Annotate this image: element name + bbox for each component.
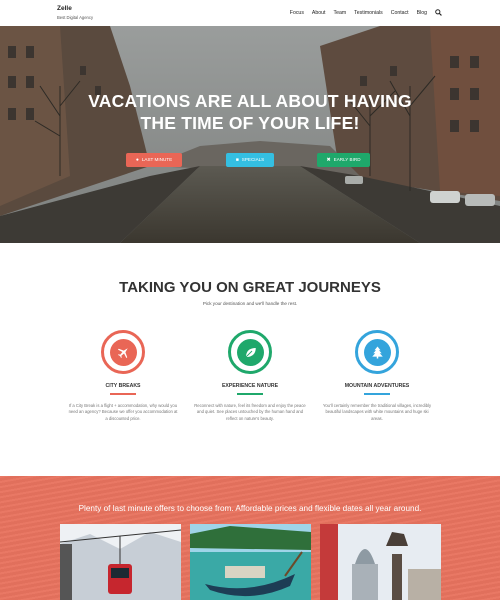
specials-button[interactable]: ■ SPECIALS xyxy=(226,153,274,167)
tag-icon: ● xyxy=(135,157,139,163)
feature-experience-nature: EXPERIENCE NATURE Reconnect with nature,… xyxy=(190,330,310,422)
plane-icon: ✖ xyxy=(326,157,331,163)
offers-text: Plenty of last minute offers to choose f… xyxy=(78,504,422,513)
hero-title-line2: THE TIME OF YOUR LIFE! xyxy=(140,113,360,133)
hero-title: VACATIONS ARE ALL ABOUT HAVING THE TIME … xyxy=(0,90,500,134)
journeys-title: TAKING YOU ON GREAT JOURNEYS xyxy=(119,279,381,296)
feature-mountain-adventures: MOUNTAIN ADVENTURES You'll certainly rem… xyxy=(317,330,437,422)
plane-icon xyxy=(109,338,137,366)
leaf-icon xyxy=(236,338,264,366)
offers-section: Plenty of last minute offers to choose f… xyxy=(0,476,500,600)
nav-focus[interactable]: Focus xyxy=(290,10,304,16)
nav-contact[interactable]: Contact xyxy=(391,10,409,16)
last-minute-button[interactable]: ● LAST MINUTE xyxy=(126,153,182,167)
nav-blog[interactable]: Blog xyxy=(417,10,427,16)
feature-icon-ring[interactable] xyxy=(101,330,145,374)
last-minute-label: LAST MINUTE xyxy=(141,157,173,162)
nav-testimonials[interactable]: Testimonials xyxy=(354,10,383,16)
search-icon[interactable] xyxy=(435,9,442,16)
feature-description: Reconnect with nature, feel its freedom … xyxy=(194,402,306,421)
offer-photo-boat-beach[interactable] xyxy=(190,524,311,600)
feature-divider xyxy=(364,393,390,395)
feature-title: CITY BREAKS xyxy=(105,383,141,389)
feature-description: If a City Break is a flight + accommodat… xyxy=(68,402,178,421)
hero-title-line1: VACATIONS ARE ALL ABOUT HAVING xyxy=(88,91,412,111)
brand-name[interactable]: Zelle xyxy=(57,5,93,12)
specials-label: SPECIALS xyxy=(241,157,265,162)
feature-divider xyxy=(110,393,136,395)
gift-icon: ■ xyxy=(235,157,239,163)
journeys-subtitle: Pick your destination and we'll handle t… xyxy=(202,301,298,306)
site-header: Zelle Best Digital Agency Focus About Te… xyxy=(0,0,500,26)
nav-about[interactable]: About xyxy=(312,10,326,16)
offer-photo-city-statue[interactable] xyxy=(320,524,441,600)
feature-divider xyxy=(237,393,263,395)
offer-photo-cable-car[interactable] xyxy=(60,524,181,600)
hero-banner: VACATIONS ARE ALL ABOUT HAVING THE TIME … xyxy=(0,26,500,243)
main-nav: Focus About Team Testimonials Contact Bl… xyxy=(282,9,442,16)
feature-title: MOUNTAIN ADVENTURES xyxy=(344,383,410,389)
feature-icon-ring[interactable] xyxy=(228,330,272,374)
nav-team[interactable]: Team xyxy=(333,10,346,16)
tree-icon xyxy=(363,338,391,366)
feature-city-breaks: CITY BREAKS If a City Break is a flight … xyxy=(63,330,183,422)
early-bird-button[interactable]: ✖ EARLY BIRD xyxy=(317,153,370,167)
brand-tagline: Best Digital Agency xyxy=(57,15,94,20)
feature-title: EXPERIENCE NATURE xyxy=(221,383,279,389)
canal-background-image xyxy=(0,26,500,243)
early-bird-label: EARLY BIRD xyxy=(333,157,361,162)
feature-icon-ring[interactable] xyxy=(355,330,399,374)
brand[interactable]: Zelle Best Digital Agency xyxy=(57,5,93,20)
feature-description: You'll certainly remember the traditiona… xyxy=(322,402,432,421)
